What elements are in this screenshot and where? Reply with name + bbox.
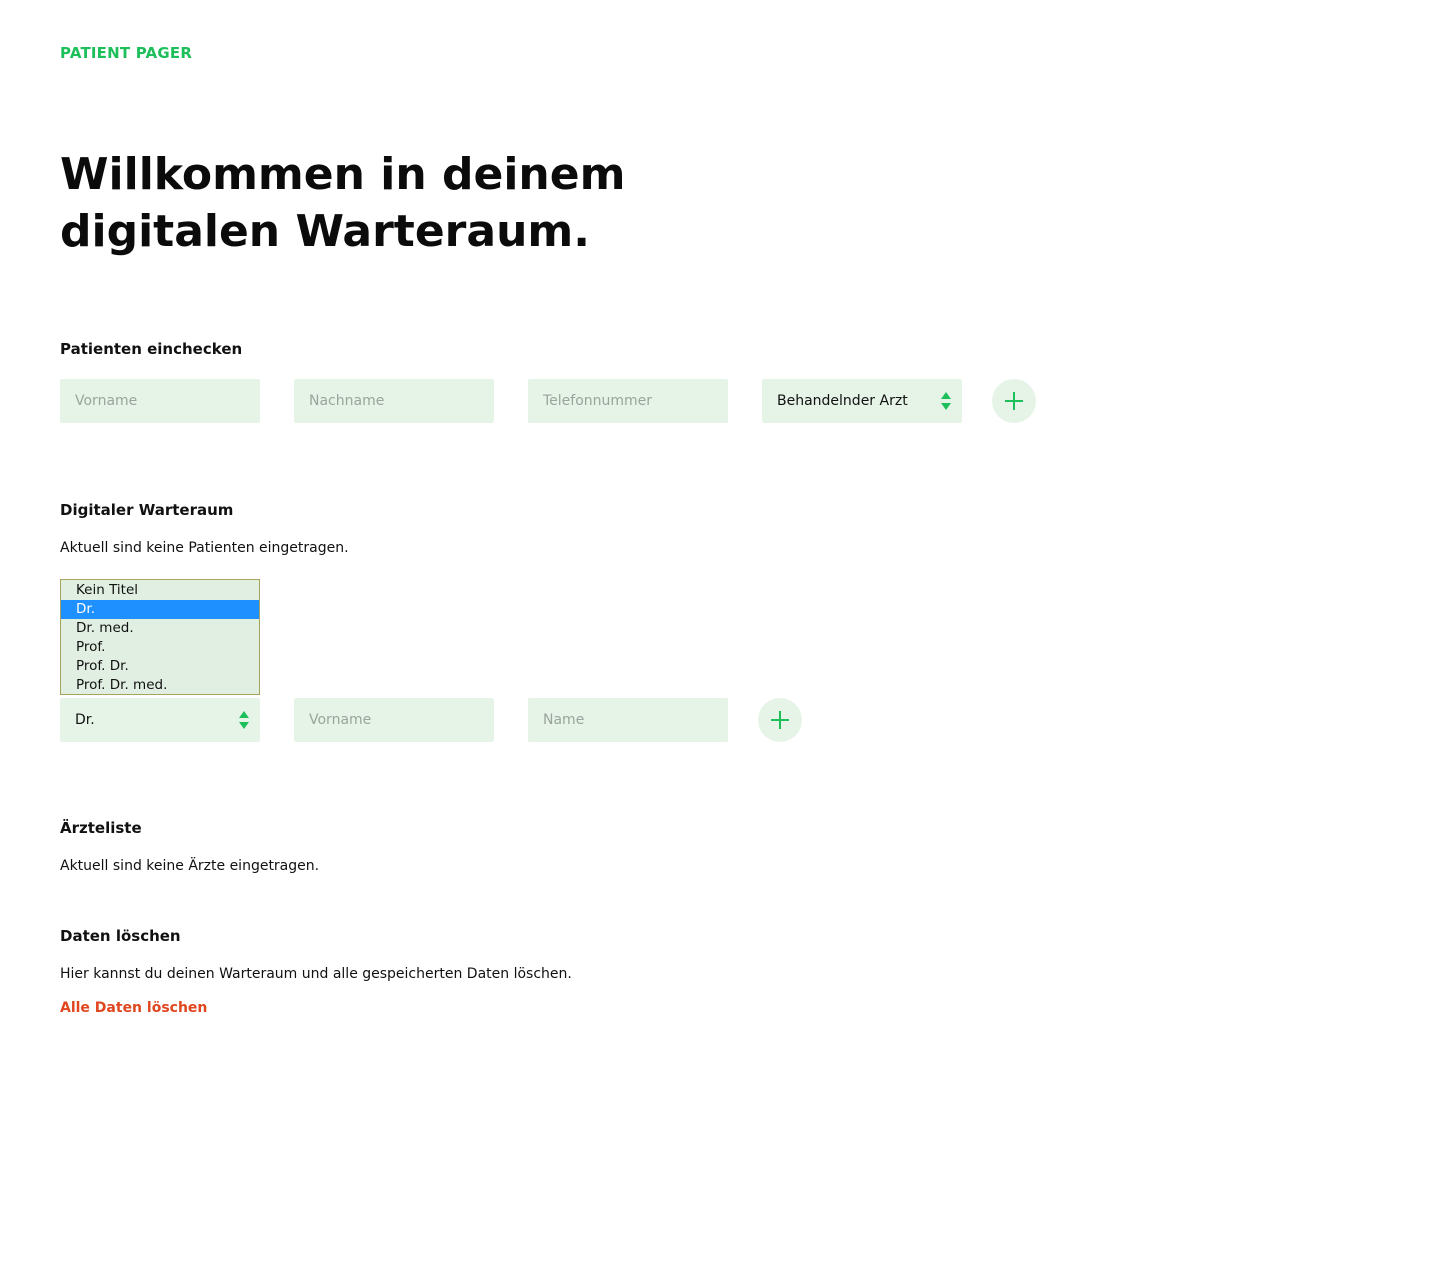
title-options-listbox[interactable]: Kein Titel Dr. Dr. med. Prof. Prof. Dr. … [60, 579, 260, 695]
doctorlist-section-title: Ärzteliste [60, 819, 142, 837]
select-arrows-icon [239, 711, 249, 729]
plus-icon [771, 711, 789, 729]
delete-description: Hier kannst du deinen Warteraum und alle… [60, 966, 572, 982]
checkin-section-title: Patienten einchecken [60, 340, 243, 358]
title-option-selected[interactable]: Dr. [61, 600, 259, 619]
title-option[interactable]: Prof. [61, 638, 259, 657]
title-option[interactable]: Kein Titel [61, 581, 259, 600]
delete-section-title: Daten löschen [60, 927, 181, 945]
doctor-select[interactable]: Behandelnder Arzt [762, 379, 962, 423]
doctor-firstname-input[interactable] [294, 698, 494, 742]
doctor-name-input[interactable] [528, 698, 728, 742]
title-option[interactable]: Prof. Dr. med. [61, 676, 259, 694]
patient-firstname-input[interactable] [60, 379, 260, 423]
doctorlist-empty-text: Aktuell sind keine Ärzte eingetragen. [60, 858, 320, 874]
plus-icon [1005, 392, 1023, 410]
delete-all-data-link[interactable]: Alle Daten löschen [60, 1000, 207, 1016]
select-arrows-icon [941, 392, 951, 410]
doctor-title-select[interactable]: Dr. [60, 698, 260, 742]
page-title-line-1: Willkommen in deinem [60, 149, 626, 200]
add-doctor-button[interactable] [758, 698, 802, 742]
patient-lastname-input[interactable] [294, 379, 494, 423]
title-option[interactable]: Dr. med. [61, 619, 259, 638]
brand-logo[interactable]: PATIENT PAGER [60, 44, 192, 62]
waitingroom-section-title: Digitaler Warteraum [60, 501, 234, 519]
patient-phone-input[interactable] [528, 379, 728, 423]
page-title-line-2: digitalen Warteraum. [60, 206, 590, 257]
doctor-title-select-value: Dr. [75, 712, 95, 728]
title-option[interactable]: Prof. Dr. [61, 657, 259, 676]
add-patient-button[interactable] [992, 379, 1036, 423]
doctor-select-value: Behandelnder Arzt [777, 393, 908, 409]
page: PATIENT PAGER Willkommen in deinem digit… [0, 0, 1440, 1280]
page-title: Willkommen in deinem digitalen Warteraum… [60, 146, 760, 260]
waitingroom-empty-text: Aktuell sind keine Patienten eingetragen… [60, 540, 349, 556]
